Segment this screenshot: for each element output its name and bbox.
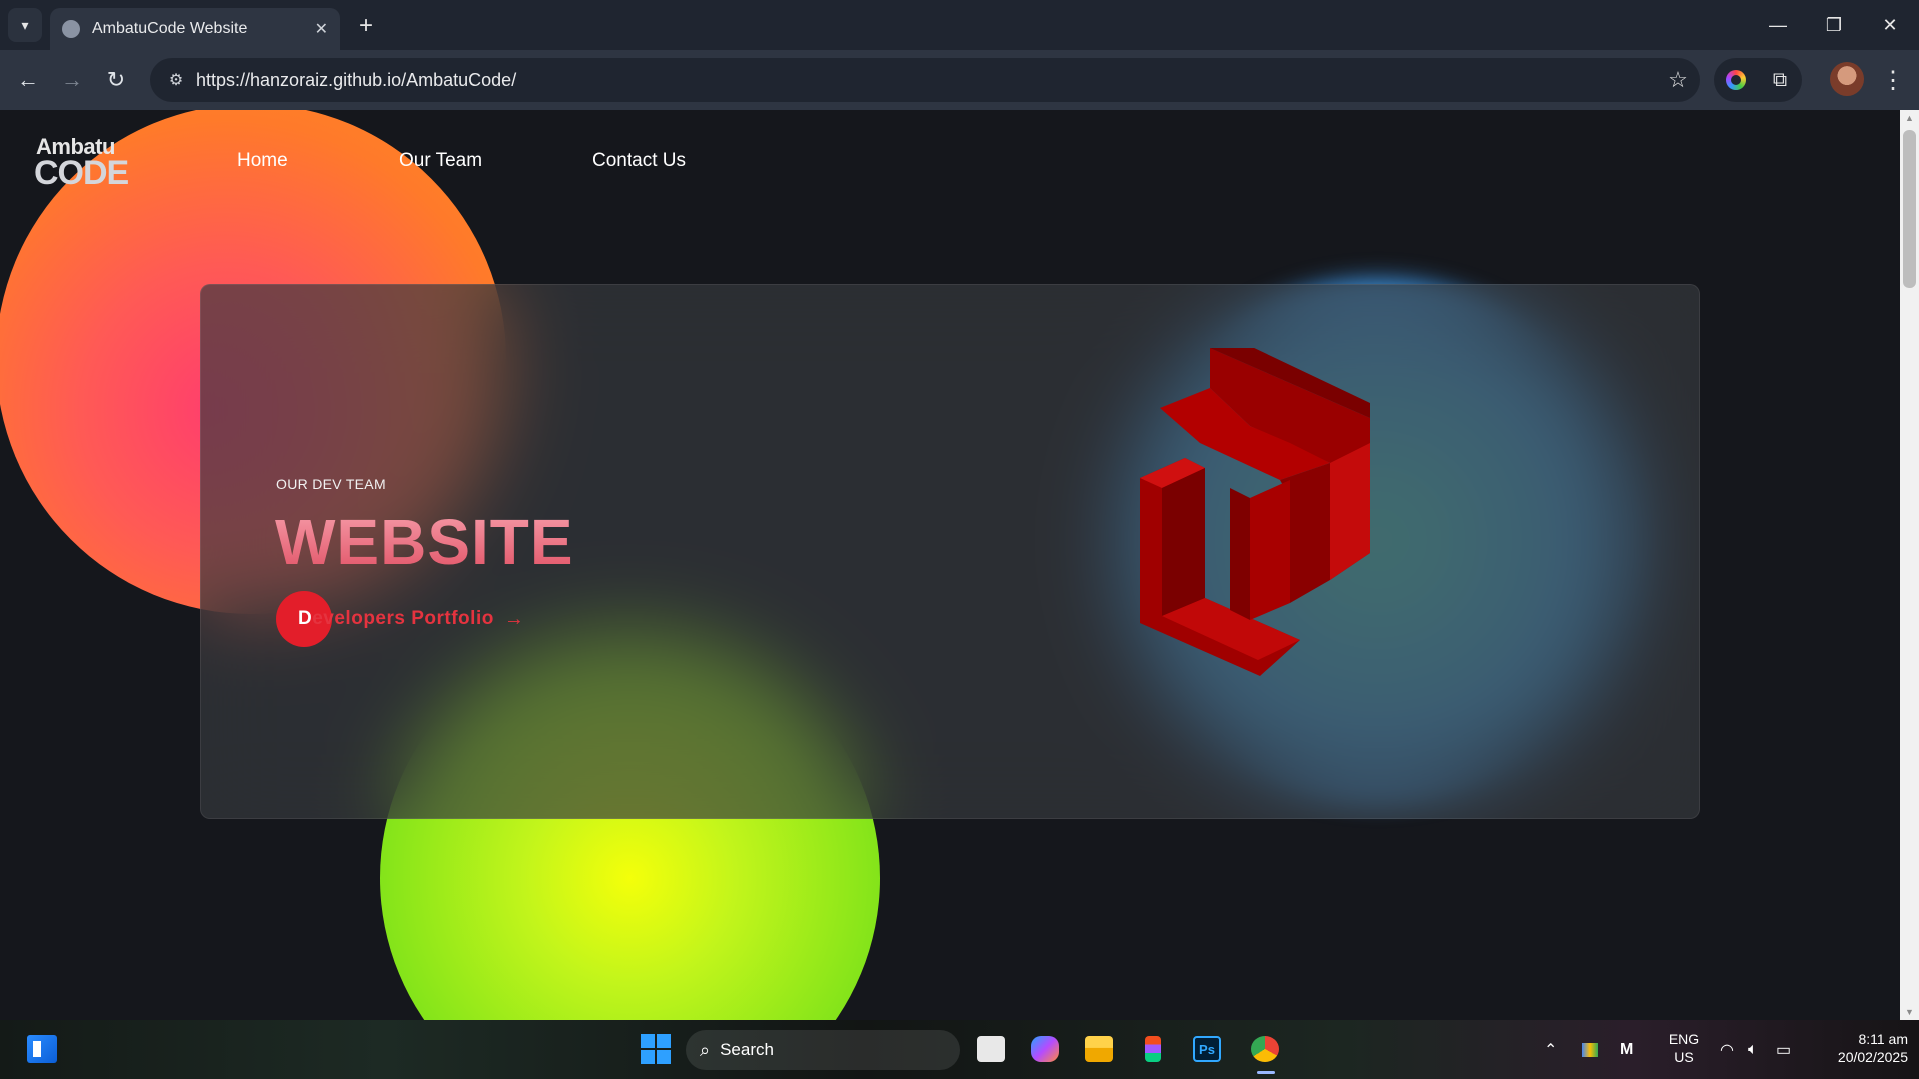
widgets-icon — [27, 1035, 57, 1063]
hero-kicker: OUR DEV TEAM — [276, 476, 386, 492]
browser-tab-strip: ▾ AmbatuCode Website ✕ + — ❐ ✕ — [0, 0, 1919, 50]
logo-word-bottom: CODE — [34, 154, 129, 192]
file-explorer-button[interactable] — [1078, 1028, 1120, 1070]
page-viewport: Ambatu CODE Home Our Team Contact Us OUR… — [0, 110, 1900, 1020]
nav-contact-us-link[interactable]: Contact Us — [592, 150, 686, 172]
address-bar[interactable]: ⚙ https://hanzoraiz.github.io/AmbatuCode… — [150, 58, 1700, 102]
forward-button[interactable]: → — [54, 62, 90, 98]
active-app-indicator — [1257, 1071, 1275, 1074]
windows-logo-icon — [641, 1034, 671, 1064]
taskbar-search[interactable]: ⌕ Search — [686, 1030, 960, 1070]
app-tray-icon[interactable]: M — [1620, 1041, 1633, 1059]
browser-toolbar: ← → ↻ ⚙ https://hanzoraiz.github.io/Amba… — [0, 50, 1919, 110]
extensions-menu-button[interactable]: ⧉ — [1758, 58, 1802, 102]
nav-home-link[interactable]: Home — [237, 150, 288, 172]
developers-portfolio-button[interactable]: Developers Portfolio → — [276, 591, 524, 647]
language-code: ENG — [1668, 1031, 1700, 1047]
site-info-icon[interactable]: ⚙ — [156, 58, 196, 102]
puzzle-icon: ⧉ — [1772, 68, 1788, 91]
start-button[interactable] — [636, 1028, 676, 1070]
page-scrollbar[interactable]: ▲ ▼ — [1900, 110, 1919, 1020]
cta-label: Developers Portfolio — [298, 608, 494, 629]
browser-menu-button[interactable]: ⋮ — [1876, 62, 1910, 98]
browser-tab[interactable]: AmbatuCode Website ✕ — [50, 8, 340, 50]
keyboard-region: US — [1674, 1049, 1694, 1065]
scroll-down-arrow-icon[interactable]: ▼ — [1900, 1004, 1919, 1020]
search-icon: ⌕ — [700, 1039, 711, 1060]
taskbar-clock[interactable]: 8:11 am 20/02/2025 — [1812, 1030, 1908, 1066]
chevron-down-icon: ▾ — [21, 16, 29, 33]
scroll-up-arrow-icon[interactable]: ▲ — [1900, 110, 1919, 126]
copilot-button[interactable] — [1024, 1028, 1066, 1070]
battery-icon: ▭ — [1776, 1041, 1792, 1059]
extensions-group: ⧉ — [1714, 58, 1802, 102]
bookmark-star-icon[interactable]: ☆ — [1656, 67, 1700, 93]
profile-avatar[interactable] — [1830, 62, 1864, 96]
new-tab-button[interactable]: + — [352, 12, 380, 40]
globe-icon — [62, 20, 80, 38]
chevron-up-icon[interactable]: ⌃ — [1544, 1040, 1557, 1060]
language-indicator[interactable]: ENG US — [1666, 1030, 1702, 1066]
photoshop-icon: Ps — [1193, 1036, 1221, 1062]
tab-search-button[interactable]: ▾ — [8, 8, 42, 42]
tab-close-button[interactable]: ✕ — [315, 19, 328, 39]
site-navbar: Ambatu CODE Home Our Team Contact Us — [0, 110, 1900, 210]
scrollbar-thumb[interactable] — [1903, 130, 1916, 288]
copilot-icon — [1031, 1036, 1059, 1062]
taskbar-search-label: Search — [720, 1040, 774, 1059]
chrome-taskbar-button[interactable] — [1244, 1028, 1286, 1070]
folder-icon — [1085, 1036, 1113, 1062]
wifi-icon: ◠ — [1720, 1041, 1734, 1059]
clock-time: 8:11 am — [1858, 1031, 1908, 1047]
volume-icon: 🔈︎ — [1748, 1040, 1758, 1058]
color-ring-icon — [1726, 70, 1746, 90]
close-window-button[interactable]: ✕ — [1862, 0, 1918, 50]
ambatucode-3d-logo-mark — [1140, 348, 1370, 676]
hero-title: WEBSITE — [275, 506, 574, 578]
arrow-right-icon: → — [503, 607, 524, 630]
chrome-icon — [1251, 1036, 1279, 1062]
url-text[interactable]: https://hanzoraiz.github.io/AmbatuCode/ — [196, 70, 1656, 91]
tab-title: AmbatuCode Website — [92, 20, 248, 37]
task-view-icon — [977, 1036, 1005, 1062]
cloud-drive-icon[interactable] — [1582, 1042, 1598, 1057]
figma-icon — [1145, 1036, 1161, 1062]
ambatucode-logo[interactable]: Ambatu CODE — [34, 134, 144, 194]
arrow-left-icon: ← — [17, 67, 39, 92]
reload-icon: ↻ — [106, 67, 126, 92]
back-button[interactable]: ← — [10, 62, 46, 98]
extension-button[interactable] — [1714, 58, 1758, 102]
restore-button[interactable]: ❐ — [1806, 0, 1862, 50]
task-view-button[interactable] — [970, 1028, 1012, 1070]
widgets-button[interactable] — [22, 1028, 62, 1070]
reload-button[interactable]: ↻ — [98, 62, 134, 98]
minimize-button[interactable]: — — [1750, 0, 1806, 50]
arrow-right-icon: → — [61, 67, 83, 92]
photoshop-button[interactable]: Ps — [1186, 1028, 1228, 1070]
nav-our-team-link[interactable]: Our Team — [399, 150, 482, 172]
more-vertical-icon: ⋮ — [1881, 66, 1905, 94]
figma-button[interactable] — [1132, 1028, 1174, 1070]
clock-date: 20/02/2025 — [1837, 1049, 1908, 1065]
